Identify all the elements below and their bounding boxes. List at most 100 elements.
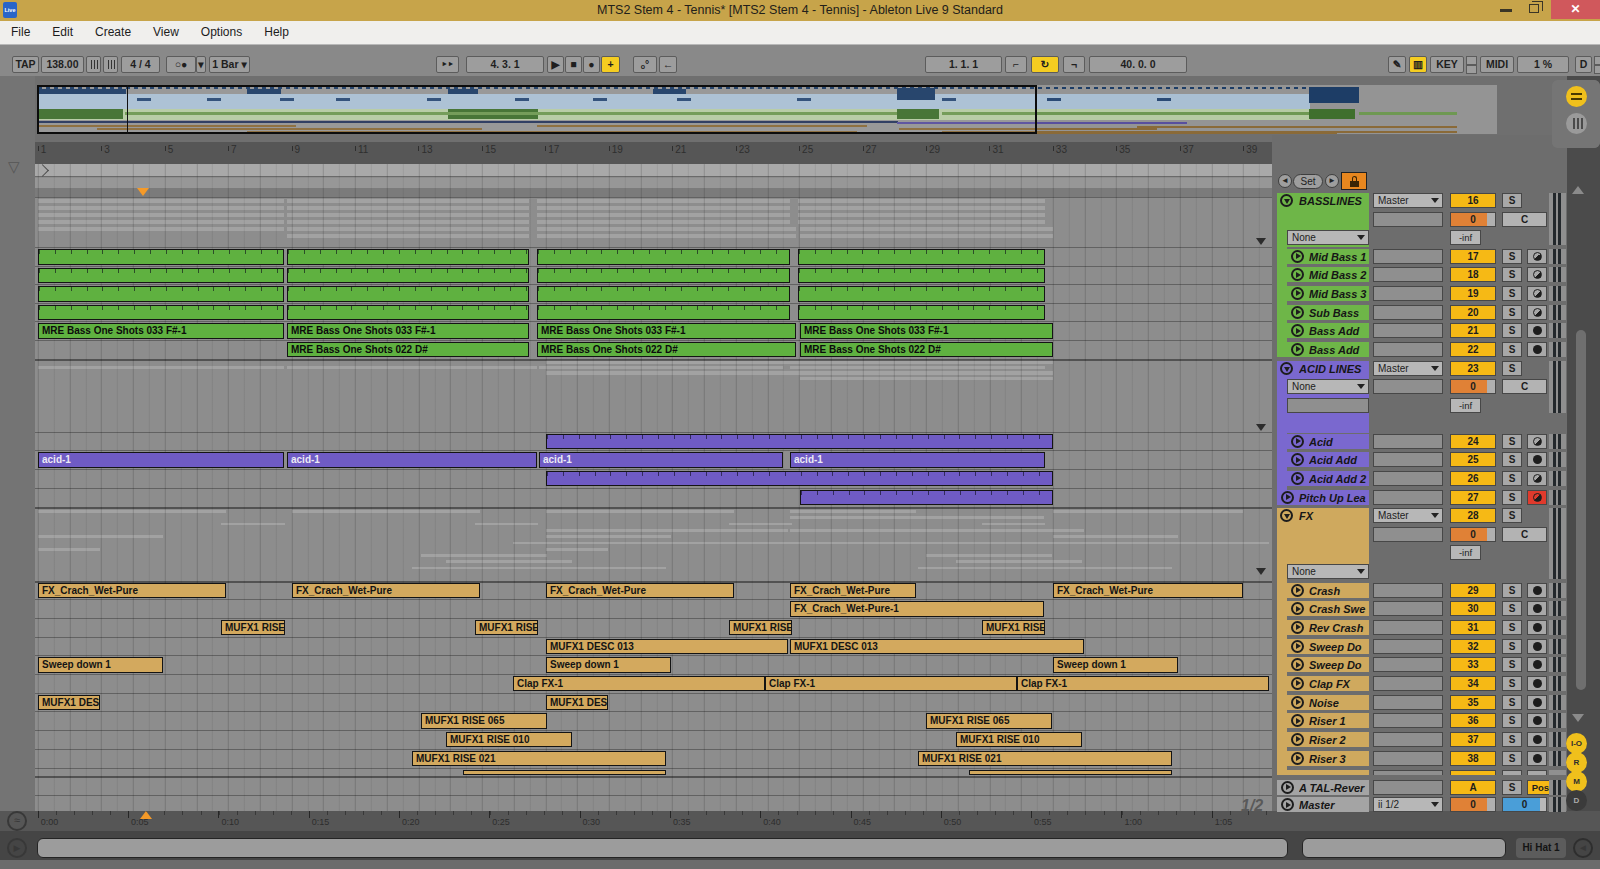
loop-button[interactable]: ↻ — [1031, 56, 1059, 73]
punch-out-button[interactable]: ¬ — [1063, 56, 1085, 73]
arm-button[interactable] — [1527, 452, 1547, 467]
solo-button-a-tal-rever[interactable]: S — [1502, 780, 1522, 795]
clip-hidden-lane[interactable] — [463, 770, 666, 775]
solo-button-cut[interactable] — [1502, 770, 1522, 775]
group-unfold-button-fx[interactable] — [1280, 509, 1293, 522]
solo-button-mid-bass-1[interactable]: S — [1502, 249, 1522, 264]
track-play-icon-bass-add[interactable] — [1291, 343, 1304, 356]
clip-mufx1-rise-021[interactable]: MUFX1 RISE 021 — [412, 751, 666, 767]
solo-button-pitch-up-lea[interactable]: S — [1502, 490, 1522, 505]
arm-button[interactable] — [1527, 434, 1547, 449]
input-sub-box[interactable] — [1287, 398, 1369, 413]
tap-button[interactable]: TAP — [12, 56, 39, 73]
record-button[interactable]: ● — [583, 56, 600, 73]
arrangement-view-icon[interactable] — [1566, 86, 1587, 107]
group-fold-icon[interactable] — [1256, 568, 1266, 575]
clip-acid-add-2-lane[interactable] — [546, 471, 1053, 487]
clip-pitch-up-lea-lane[interactable] — [800, 490, 1053, 506]
clip-name-box[interactable] — [1373, 452, 1443, 467]
clip-mid-bass-1-lane[interactable] — [537, 249, 790, 265]
master-volume[interactable]: 0 — [1450, 797, 1496, 812]
track-name-acid-lines[interactable]: ACID LINES — [1299, 363, 1367, 375]
clip-sub-bass-lane[interactable] — [798, 305, 1045, 321]
loop-lock-button[interactable] — [1341, 172, 1367, 190]
volume-slider[interactable]: 0 — [1450, 212, 1496, 227]
clip-acid-1[interactable]: acid-1 — [790, 452, 1045, 468]
clip-mid-bass-3-lane[interactable] — [537, 286, 790, 302]
track-play-icon-clap-fx[interactable] — [1291, 677, 1304, 690]
clip-name-box[interactable] — [1373, 780, 1443, 795]
arm-button[interactable] — [1527, 342, 1547, 357]
clip-name-box[interactable] — [1373, 583, 1443, 598]
track-play-icon-crash[interactable] — [1291, 584, 1304, 597]
track-activator-riser-2[interactable]: 37 — [1450, 732, 1496, 747]
clip-mufx1-rise-010[interactable]: MUFX1 RISE 010 — [446, 732, 572, 748]
clip-mufx1-rise[interactable]: MUFX1 RISE — [729, 620, 792, 636]
nudge-down-button[interactable] — [86, 56, 101, 73]
track-activator-rev-crash[interactable]: 31 — [1450, 620, 1496, 635]
play-button[interactable]: ▶ — [547, 56, 564, 73]
clip-name-box[interactable] — [1373, 601, 1443, 616]
midi-map-button[interactable]: MIDI — [1480, 56, 1514, 73]
clip-mid-bass-3-lane[interactable] — [38, 286, 284, 302]
master-pan[interactable]: 0 — [1502, 797, 1547, 812]
track-activator-basslines[interactable]: 16 — [1450, 193, 1496, 208]
arm-button[interactable] — [1527, 267, 1547, 282]
solo-button-noise[interactable]: S — [1502, 695, 1522, 710]
metronome-dropdown[interactable]: ▾ — [196, 56, 206, 73]
group-unfold-button-basslines[interactable] — [1280, 194, 1293, 207]
solo-button-sub-bass[interactable]: S — [1502, 305, 1522, 320]
loop-start-display[interactable]: 1. 1. 1 — [925, 56, 1002, 73]
clip-sub-bass-lane[interactable] — [537, 305, 790, 321]
clip-mre-bass-one-shots-033-f-1[interactable]: MRE Bass One Shots 033 F#-1 — [38, 323, 284, 339]
scrollbar-thumb[interactable] — [1576, 330, 1586, 690]
track-activator-sweep-do[interactable]: 33 — [1450, 657, 1496, 672]
clip-mre-bass-one-shots-033-f-1[interactable]: MRE Bass One Shots 033 F#-1 — [800, 323, 1053, 339]
show-io-button[interactable]: I-O — [1566, 733, 1587, 754]
clip-name-box[interactable] — [1373, 305, 1443, 320]
solo-button-bass-add[interactable]: S — [1502, 323, 1522, 338]
solo-button-clap-fx[interactable]: S — [1502, 676, 1522, 691]
solo-button-crash-swe[interactable]: S — [1502, 601, 1522, 616]
show-delay-button[interactable]: D — [1566, 790, 1587, 811]
arm-button[interactable] — [1527, 490, 1547, 505]
session-view-icon[interactable] — [1566, 113, 1587, 134]
arm-button[interactable] — [1527, 620, 1547, 635]
input-box[interactable] — [1373, 527, 1443, 542]
clip-sweep-down-1[interactable]: Sweep down 1 — [1053, 657, 1178, 673]
arm-button[interactable] — [1527, 751, 1547, 766]
track-play-icon-a-tal-rever[interactable] — [1281, 781, 1294, 794]
clip-name-box[interactable] — [1373, 620, 1443, 635]
clip-acid-1[interactable]: acid-1 — [287, 452, 537, 468]
arm-button[interactable] — [1527, 695, 1547, 710]
track-activator-sweep-do[interactable]: 32 — [1450, 639, 1496, 654]
track-play-icon-acid-add[interactable] — [1291, 453, 1304, 466]
clip-fx-crach-wet-pure[interactable]: FX_Crach_Wet-Pure — [1053, 583, 1243, 599]
clip-name-box[interactable] — [1373, 732, 1443, 747]
solo-button-riser-3[interactable]: S — [1502, 751, 1522, 766]
group-fold-icon[interactable] — [1256, 424, 1266, 431]
track-play-icon-master[interactable] — [1281, 798, 1294, 811]
punch-in-button[interactable]: ⌐ — [1005, 56, 1027, 73]
midi-indicators-a[interactable] — [1594, 56, 1600, 65]
clip-name-box[interactable] — [1373, 342, 1443, 357]
scroll-down-arrow[interactable] — [1572, 714, 1584, 722]
key-map-button[interactable]: KEY — [1430, 56, 1464, 73]
arm-button[interactable] — [1527, 583, 1547, 598]
track-activator-riser-1[interactable]: 36 — [1450, 713, 1496, 728]
clip-fx-crach-wet-pure[interactable]: FX_Crach_Wet-Pure — [292, 583, 480, 599]
track-play-icon-pitch-up-lea[interactable] — [1281, 491, 1294, 504]
solo-button-acid-add-2[interactable]: S — [1502, 471, 1522, 486]
track-play-icon-riser-2[interactable] — [1291, 733, 1304, 746]
arm-button[interactable] — [1527, 732, 1547, 747]
clip-mid-bass-3-lane[interactable] — [287, 286, 529, 302]
locator-prev-button[interactable]: ◄ — [1278, 174, 1292, 188]
overdub-button[interactable]: + — [601, 56, 620, 73]
clip-name-box[interactable] — [1373, 249, 1443, 264]
quantization-menu[interactable]: 1 Bar ▾ — [209, 56, 250, 73]
input-box[interactable] — [1373, 379, 1443, 394]
clip-name-box[interactable] — [1373, 639, 1443, 654]
close-button[interactable]: ✕ — [1551, 0, 1600, 19]
clip-mufx1-rise[interactable]: MUFX1 RISE — [982, 620, 1045, 636]
clip-fx-crach-wet-pure-1[interactable]: FX_Crach_Wet-Pure-1 — [790, 601, 1044, 617]
